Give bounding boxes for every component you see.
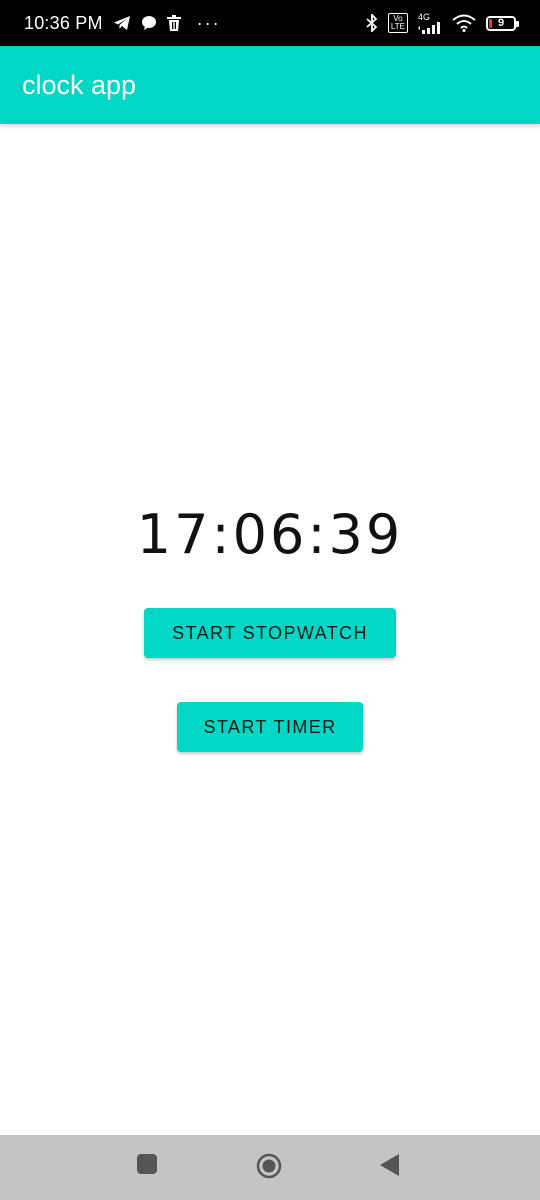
app-bar: clock app <box>0 46 540 124</box>
home-circle-icon[interactable] <box>256 1153 282 1184</box>
volte-bottom-label: LTE <box>390 22 405 31</box>
status-time: 10:36 PM <box>24 12 103 33</box>
start-stopwatch-button[interactable]: START STOPWATCH <box>144 608 396 658</box>
bluetooth-icon <box>366 14 378 32</box>
status-left: 10:36 PM ··· <box>24 13 221 34</box>
status-bar: 10:36 PM ··· Vo LTE 4G 9 <box>0 0 540 46</box>
recents-square-icon[interactable] <box>136 1153 158 1180</box>
signal-icon: 4G <box>418 11 442 34</box>
back-triangle-icon[interactable] <box>378 1153 400 1182</box>
network-type-label: 4G <box>418 11 431 22</box>
chat-icon <box>141 15 157 31</box>
status-right: Vo LTE 4G 9 <box>366 11 519 34</box>
battery-fill <box>489 18 492 28</box>
app-title: clock app <box>22 69 137 100</box>
wifi-icon <box>452 14 476 32</box>
trash-icon <box>166 15 181 31</box>
start-timer-button[interactable]: START TIMER <box>177 702 363 752</box>
clock-time-display: 17:06:39 <box>136 503 404 566</box>
navigation-bar <box>0 1135 540 1200</box>
volte-icon: Vo LTE <box>387 13 408 33</box>
battery-icon: 9 <box>486 15 519 31</box>
battery-level: 9 <box>497 17 505 29</box>
more-notifications-indicator: ··· <box>196 12 221 33</box>
telegram-icon <box>113 15 131 31</box>
